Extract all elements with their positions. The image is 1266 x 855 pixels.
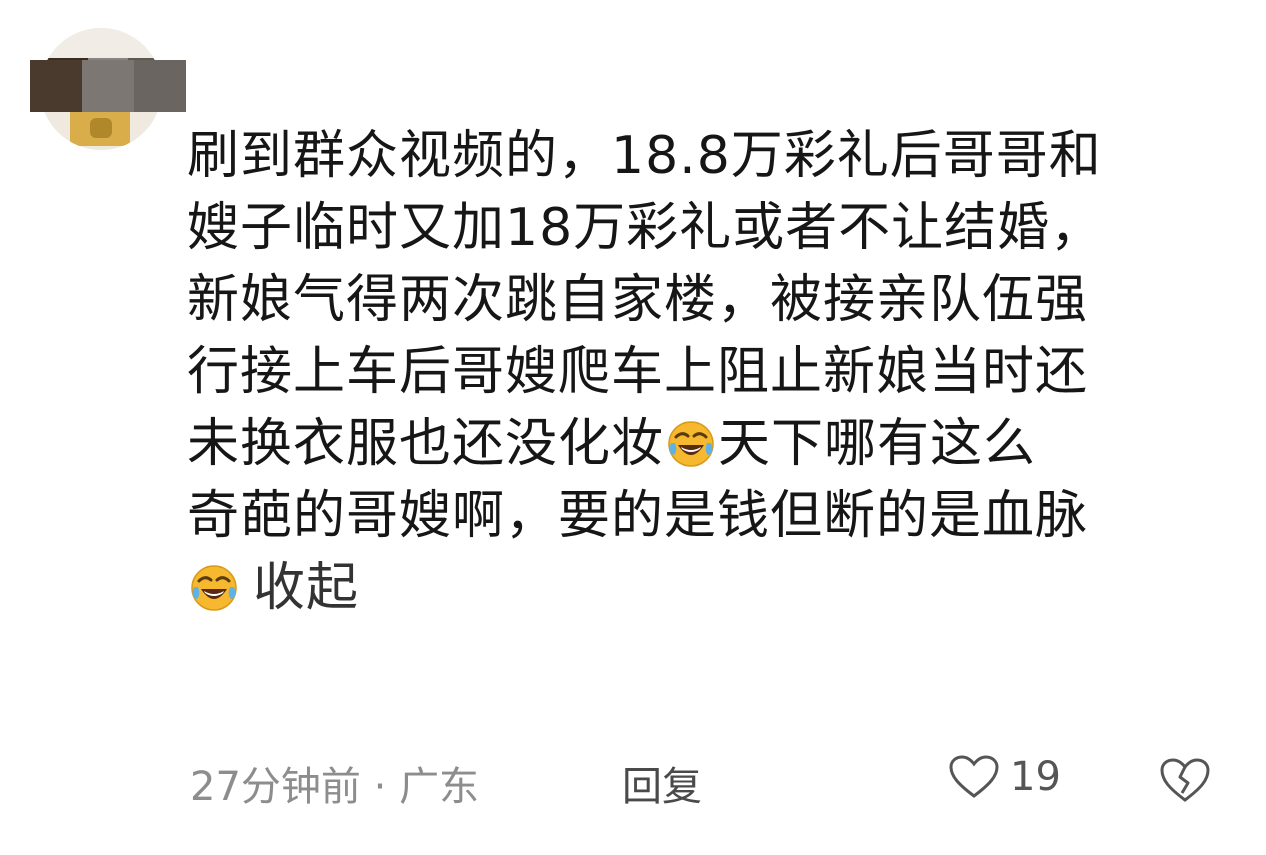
laughing-crying-emoji-icon [191,565,237,611]
comment-footer: 27分钟前 · 广东 回复 19 [190,750,1230,810]
laughing-crying-emoji-icon [668,421,714,467]
privacy-mosaic [30,60,186,112]
mosaic-tile [134,60,186,112]
comment-time: 27分钟前 [190,764,361,810]
comment-meta: 27分钟前 · 广东 [190,754,479,812]
reply-button[interactable]: 回复 [622,754,702,812]
avatar-bg [50,28,160,58]
comment-line: 行接上车后哥嫂爬车上阻止新娘当时还 [187,342,1089,402]
meta-separator: · [373,764,387,810]
comment-segment: 天下哪有这么 [718,414,1037,474]
comment-line: 奇葩的哥嫂啊，要的是钱但断的是血脉 [187,486,1089,546]
comment-text: 刷到群众视频的，18.8万彩礼后哥哥和 嫂子临时又加18万彩礼或者不让结婚， 新… [187,120,1227,624]
comment-line: 刷到群众视频的，18.8万彩礼后哥哥和 [187,126,1102,186]
like-button[interactable]: 19 [948,754,1061,800]
like-count: 19 [1010,754,1061,800]
comment-line: 嫂子临时又加18万彩礼或者不让结婚， [187,198,1104,258]
comment-line: 新娘气得两次跳自家楼，被接亲队伍强 [187,270,1089,330]
comment-line-end: 收起 [187,552,1227,624]
mosaic-tile [82,60,134,112]
comment-location: 广东 [399,764,480,810]
comment-line-with-emoji: 未换衣服也还没化妆 天下哪有这么 [187,408,1227,480]
comment-segment: 未换衣服也还没化妆 [187,414,665,474]
avatar-block [90,118,112,138]
dislike-button[interactable] [1158,756,1212,814]
collapse-link[interactable]: 收起 [253,558,359,618]
heart-outline-icon [949,755,999,798]
mosaic-tile [30,60,82,112]
broken-heart-outline-icon [1160,758,1210,802]
